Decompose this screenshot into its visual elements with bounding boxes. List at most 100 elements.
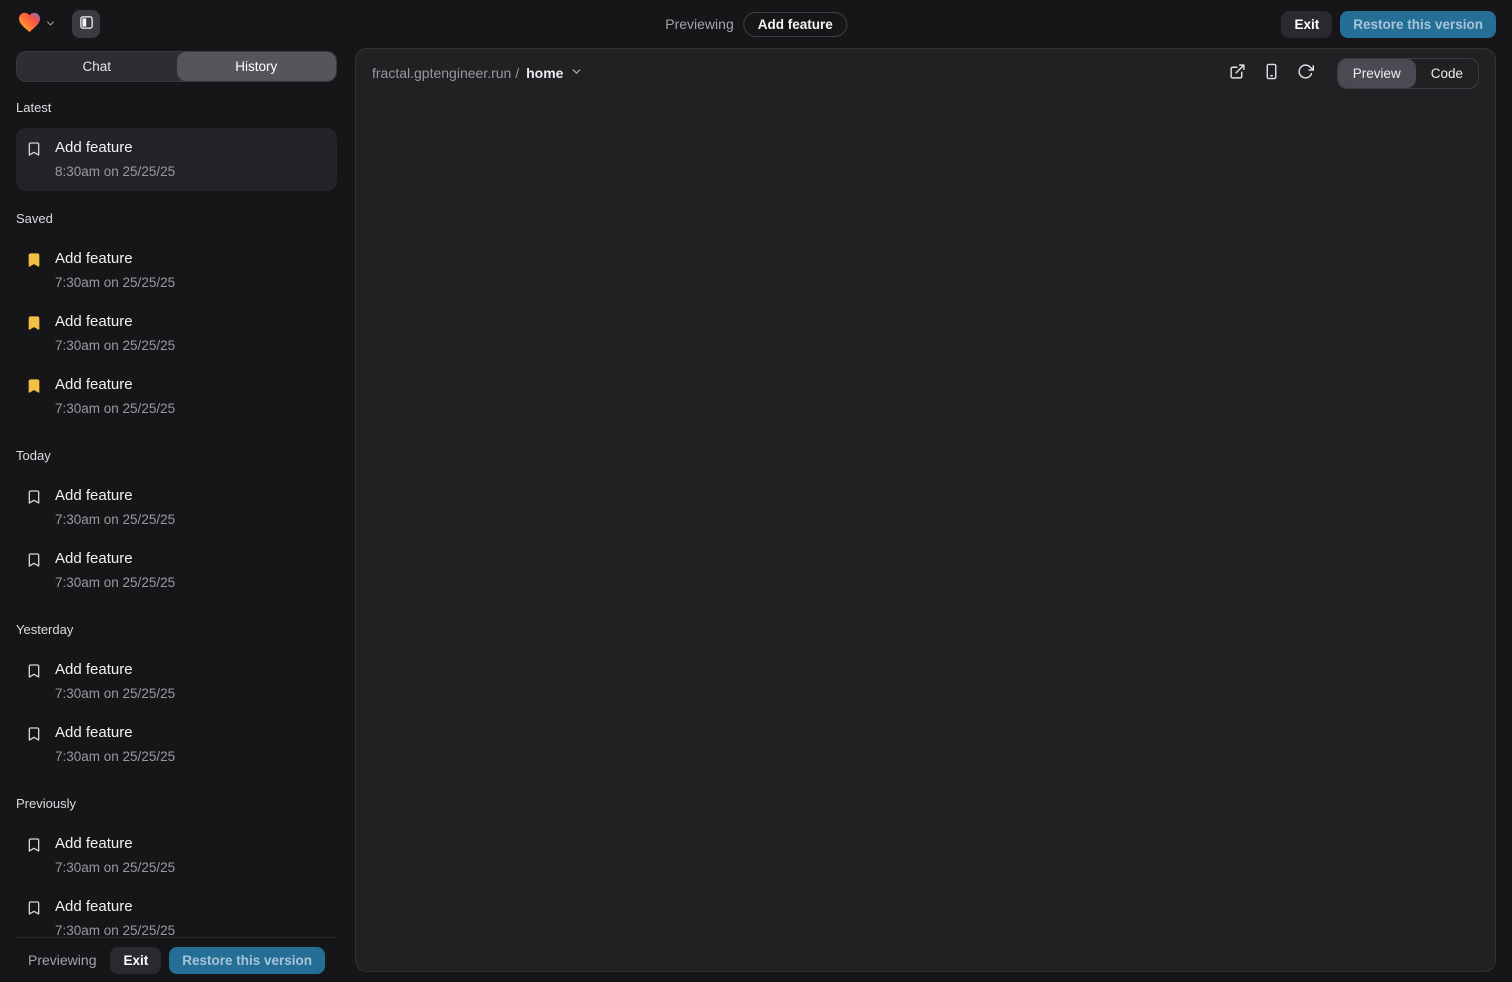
history-section: TodayAdd feature7:30am on 25/25/25Add fe… [16,446,337,602]
bookmark-icon [26,726,42,768]
version-badge[interactable]: Add feature [744,12,847,37]
bookmark-icon [26,141,42,183]
tab-chat[interactable]: Chat [17,52,177,81]
chevron-down-icon [45,17,56,32]
topbar-right: Exit Restore this version [1281,11,1496,38]
history-item-text: Add feature7:30am on 25/25/25 [55,373,175,420]
route-domain-label: fractal.gptengineer.run / [372,65,519,81]
history-section: SavedAdd feature7:30am on 25/25/25Add fe… [16,209,337,428]
history-item-text: Add feature7:30am on 25/25/25 [55,721,175,768]
exit-button[interactable]: Exit [1281,11,1332,38]
history-item[interactable]: Add feature7:30am on 25/25/25 [16,365,337,428]
bookmark-filled-icon [26,252,42,294]
footer-restore-version-button[interactable]: Restore this version [169,947,325,974]
section-header: Latest [16,98,337,118]
bookmark-icon [26,489,42,531]
history-item-title: Add feature [55,832,175,856]
tab-history[interactable]: History [177,52,337,81]
code-mode-button[interactable]: Code [1416,59,1478,88]
open-in-new-tab-icon [1229,63,1246,83]
history-item-text: Add feature7:30am on 25/25/25 [55,658,175,705]
history-item[interactable]: Add feature7:30am on 25/25/25 [16,650,337,713]
history-item-timestamp: 7:30am on 25/25/25 [55,397,175,420]
history-item-timestamp: 7:30am on 25/25/25 [55,571,175,594]
refresh-button[interactable] [1291,58,1321,88]
app-window: Previewing Add feature Exit Restore this… [0,0,1512,982]
history-sidebar: Chat History LatestAdd feature8:30am on … [16,48,337,982]
history-item-timestamp: 7:30am on 25/25/25 [55,271,175,294]
bookmark-icon [26,900,42,937]
history-item-text: Add feature7:30am on 25/25/25 [55,895,175,937]
bookmark-filled-icon [26,378,42,420]
section-header: Saved [16,209,337,229]
preview-toolbar: Preview Code [1223,58,1479,89]
history-item[interactable]: Add feature7:30am on 25/25/25 [16,824,337,887]
history-item-text: Add feature7:30am on 25/25/25 [55,547,175,594]
history-item-text: Add feature8:30am on 25/25/25 [55,136,175,183]
history-item-text: Add feature7:30am on 25/25/25 [55,484,175,531]
history-item-title: Add feature [55,721,175,745]
history-item-title: Add feature [55,658,175,682]
restore-version-button[interactable]: Restore this version [1340,11,1496,38]
history-item-timestamp: 7:30am on 25/25/25 [55,919,175,937]
topbar-center: Previewing Add feature [665,0,847,48]
sidebar-footer: Previewing Exit Restore this version [16,937,337,982]
preview-header: fractal.gptengineer.run / home [356,49,1495,97]
history-item-timestamp: 7:30am on 25/25/25 [55,682,175,705]
history-item-title: Add feature [55,895,175,919]
history-item-title: Add feature [55,484,175,508]
history-item[interactable]: Add feature8:30am on 25/25/25 [16,128,337,191]
section-header: Today [16,446,337,466]
bookmark-icon [26,663,42,705]
preview-mode-button[interactable]: Preview [1338,59,1416,88]
open-in-new-tab-button[interactable] [1223,58,1253,88]
top-bar: Previewing Add feature Exit Restore this… [0,0,1512,48]
history-item-timestamp: 7:30am on 25/25/25 [55,334,175,357]
footer-previewing-label: Previewing [28,952,96,968]
lovable-heart-logo-icon [18,12,41,36]
history-item-timestamp: 7:30am on 25/25/25 [55,508,175,531]
refresh-icon [1297,63,1314,83]
chevron-down-icon [570,65,583,81]
history-item-title: Add feature [55,310,175,334]
history-item-title: Add feature [55,547,175,571]
sidebar-toggle-button[interactable] [72,10,100,38]
bookmark-filled-icon [26,315,42,357]
footer-exit-button[interactable]: Exit [110,947,161,974]
history-section: YesterdayAdd feature7:30am on 25/25/25Ad… [16,620,337,776]
bookmark-icon [26,552,42,594]
route-current-page: home [526,65,563,81]
section-header: Yesterday [16,620,337,640]
previewing-status-label: Previewing [665,16,733,32]
view-mode-toggle: Preview Code [1337,58,1479,89]
panel-left-icon [79,15,94,33]
history-item-timestamp: 7:30am on 25/25/25 [55,745,175,768]
sidebar-tab-control: Chat History [16,51,337,82]
section-header: Previously [16,794,337,814]
lovable-logo-menu[interactable] [16,10,58,38]
history-item[interactable]: Add feature7:30am on 25/25/25 [16,476,337,539]
route-selector[interactable]: fractal.gptengineer.run / home [372,65,583,81]
topbar-left [16,10,100,38]
history-item-title: Add feature [55,373,175,397]
preview-viewport[interactable] [356,97,1495,971]
bookmark-icon [26,837,42,879]
history-item[interactable]: Add feature7:30am on 25/25/25 [16,239,337,302]
history-item-timestamp: 8:30am on 25/25/25 [55,160,175,183]
history-item[interactable]: Add feature7:30am on 25/25/25 [16,887,337,937]
mobile-view-icon [1263,63,1280,83]
content-area: Chat History LatestAdd feature8:30am on … [0,48,1512,982]
history-item-title: Add feature [55,136,175,160]
history-item[interactable]: Add feature7:30am on 25/25/25 [16,713,337,776]
history-item-text: Add feature7:30am on 25/25/25 [55,832,175,879]
preview-panel: fractal.gptengineer.run / home [355,48,1496,972]
history-item-text: Add feature7:30am on 25/25/25 [55,310,175,357]
version-history-list: LatestAdd feature8:30am on 25/25/25Saved… [16,82,337,937]
history-section: Latest Add feature8:30am on 25/25/25 [16,98,337,191]
history-section: PreviouslyAdd feature7:30am on 25/25/25A… [16,794,337,937]
history-item[interactable]: Add feature7:30am on 25/25/25 [16,302,337,365]
history-item[interactable]: Add feature7:30am on 25/25/25 [16,539,337,602]
history-item-title: Add feature [55,247,175,271]
history-item-text: Add feature7:30am on 25/25/25 [55,247,175,294]
mobile-view-button[interactable] [1257,58,1287,88]
